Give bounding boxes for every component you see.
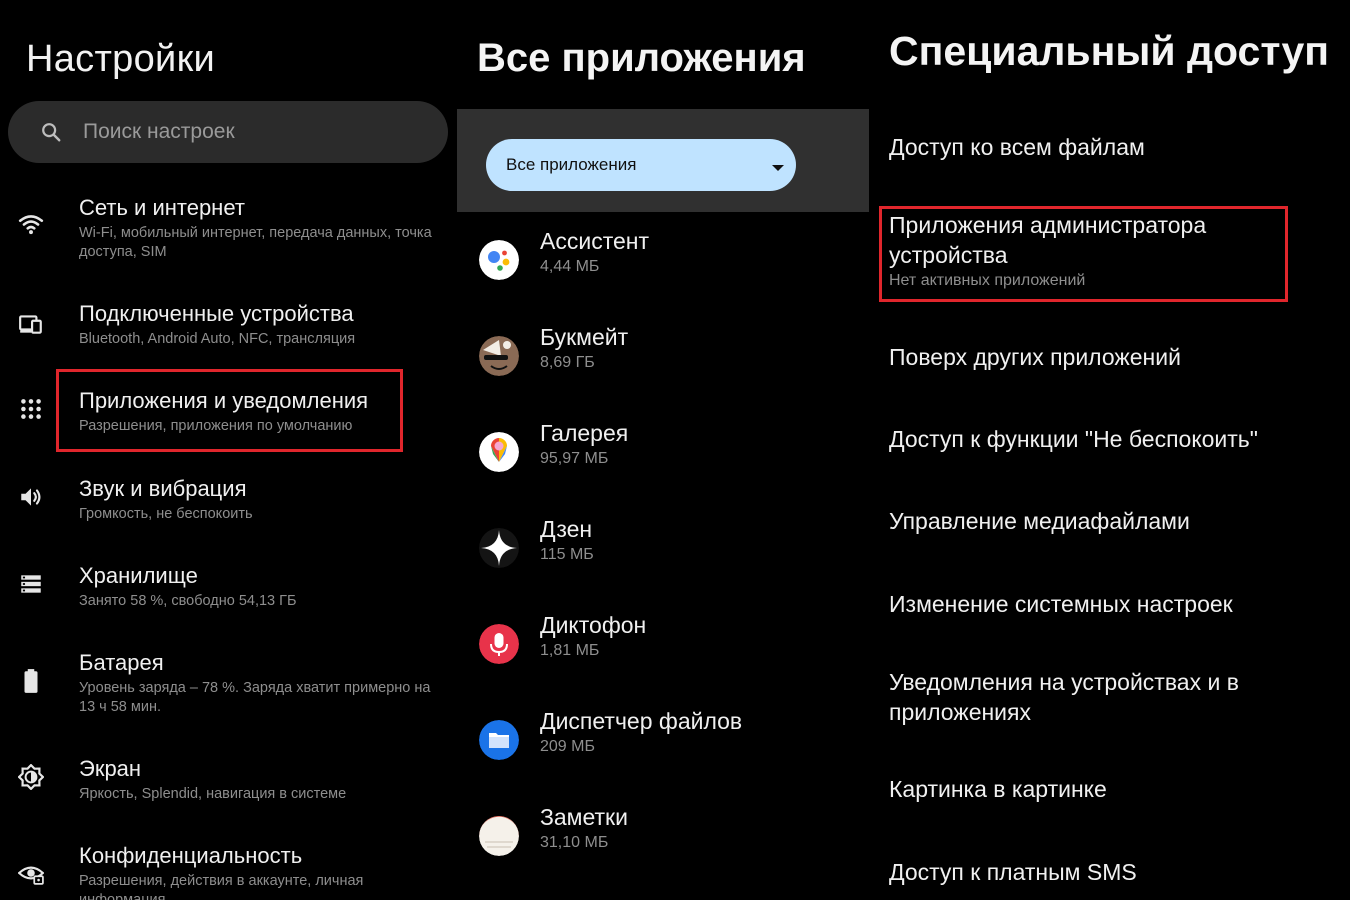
settings-item-title: Звук и вибрация xyxy=(79,476,247,501)
settings-item-sound[interactable]: Звук и вибрация Громкость, не беспокоить xyxy=(0,476,457,546)
special-access-panel: Специальный доступ Доступ ко всем файлам… xyxy=(869,0,1350,900)
settings-item-network[interactable]: Сеть и интернет Wi-Fi, мобильный интерне… xyxy=(0,195,457,275)
notes-icon xyxy=(479,816,519,856)
zen-icon xyxy=(479,528,519,568)
app-name: Галерея xyxy=(540,420,629,446)
filter-bar: Все приложения xyxy=(457,109,869,212)
apps-filter-dropdown[interactable]: Все приложения xyxy=(486,139,796,191)
settings-item-privacy[interactable]: Конфиденциальность Разрешения, действия … xyxy=(0,843,457,900)
settings-item-subtitle: Яркость, Splendid, навигация в системе xyxy=(79,786,347,802)
special-item-modify-system-settings[interactable]: Изменение системных настроек xyxy=(889,589,1329,619)
settings-item-display[interactable]: Экран Яркость, Splendid, навигация в сис… xyxy=(0,756,457,826)
special-item-title: Доступ к платным SMS xyxy=(889,859,1137,885)
app-row-notes[interactable]: Заметки 31,10 МБ xyxy=(457,804,869,900)
highlight-frame xyxy=(56,369,403,452)
special-item-display-over-apps[interactable]: Поверх других приложений xyxy=(889,342,1329,372)
battery-icon xyxy=(24,669,38,693)
settings-item-subtitle: Громкость, не беспокоить xyxy=(79,506,253,522)
settings-item-title: Сеть и интернет xyxy=(79,195,245,220)
special-item-media-management[interactable]: Управление медиафайлами xyxy=(889,506,1329,536)
special-item-picture-in-picture[interactable]: Картинка в картинке xyxy=(889,774,1329,804)
search-icon xyxy=(42,123,61,142)
app-name: Ассистент xyxy=(540,228,649,254)
apps-grid-icon xyxy=(21,399,41,419)
gallery-icon xyxy=(479,432,519,472)
settings-item-title: Конфиденциальность xyxy=(79,843,303,868)
highlight-frame xyxy=(879,206,1288,302)
settings-item-subtitle: Wi-Fi, мобильный интернет, передача данн… xyxy=(79,225,432,260)
dropdown-caret-icon xyxy=(772,165,784,171)
search-bar[interactable] xyxy=(8,101,448,163)
special-item-title: Уведомления на устройствах и в приложени… xyxy=(889,669,1239,725)
app-row-zen[interactable]: Дзен 115 МБ xyxy=(457,516,869,624)
special-item-title: Доступ к функции "Не беспокоить" xyxy=(889,426,1258,452)
settings-item-connected-devices[interactable]: Подключенные устройства Bluetooth, Andro… xyxy=(0,301,457,371)
special-item-do-not-disturb-access[interactable]: Доступ к функции "Не беспокоить" xyxy=(889,424,1329,454)
settings-item-subtitle: Уровень заряда – 78 %. Заряда хватит при… xyxy=(79,680,431,715)
settings-item-title: Подключенные устройства xyxy=(79,301,354,326)
app-size: 95,97 МБ xyxy=(540,450,609,467)
app-name: Заметки xyxy=(540,804,628,830)
special-item-title: Изменение системных настроек xyxy=(889,591,1233,617)
recorder-icon xyxy=(479,624,519,664)
special-item-title: Доступ ко всем файлам xyxy=(889,134,1145,160)
app-size: 115 МБ xyxy=(540,546,594,563)
settings-item-subtitle: Занято 58 %, свободно 54,13 ГБ xyxy=(79,593,297,609)
storage-icon xyxy=(21,575,41,593)
assistant-icon xyxy=(479,240,519,280)
settings-item-subtitle: Bluetooth, Android Auto, NFC, трансляция xyxy=(79,331,356,347)
settings-item-storage[interactable]: Хранилище Занято 58 %, свободно 54,13 ГБ xyxy=(0,563,457,633)
special-item-title: Картинка в картинке xyxy=(889,776,1107,802)
app-size: 1,81 МБ xyxy=(540,642,600,659)
privacy-eye-icon xyxy=(18,866,44,885)
settings-item-battery[interactable]: Батарея Уровень заряда – 78 %. Заряда хв… xyxy=(0,650,457,730)
settings-item-title: Экран xyxy=(79,756,142,781)
app-row-gallery[interactable]: Галерея 95,97 МБ xyxy=(457,420,869,528)
app-size: 4,44 МБ xyxy=(540,258,600,275)
special-item-all-files-access[interactable]: Доступ ко всем файлам xyxy=(889,132,1329,162)
app-row-recorder[interactable]: Диктофон 1,81 МБ xyxy=(457,612,869,720)
app-row-file-manager[interactable]: Диспетчер файлов 209 МБ xyxy=(457,708,869,816)
app-size: 209 МБ xyxy=(540,738,595,755)
page-title: Настройки xyxy=(26,38,216,80)
special-item-title: Управление медиафайлами xyxy=(889,508,1190,534)
devices-icon xyxy=(19,315,42,334)
settings-item-subtitle: Разрешения, действия в аккаунте, личная … xyxy=(79,873,364,900)
special-item-title: Поверх других приложений xyxy=(889,344,1181,370)
apps-panel: Все приложения Все приложения Ассистент … xyxy=(457,0,869,900)
settings-panel: Настройки Сеть и интернет Wi-Fi, мобильн… xyxy=(0,0,457,900)
bookmate-icon xyxy=(479,336,519,376)
app-name: Букмейт xyxy=(540,324,629,350)
app-row-assistant[interactable]: Ассистент 4,44 МБ xyxy=(457,228,869,336)
app-name: Диспетчер файлов xyxy=(540,708,743,734)
special-item-device-app-notifications[interactable]: Уведомления на устройствах и в приложени… xyxy=(889,667,1309,727)
app-row-bookmate[interactable]: Букмейт 8,69 ГБ xyxy=(457,324,869,432)
page-title: Все приложения xyxy=(477,36,806,80)
settings-item-title: Батарея xyxy=(79,650,164,675)
app-name: Дзен xyxy=(540,516,593,542)
app-name: Диктофон xyxy=(540,612,647,638)
app-size: 8,69 ГБ xyxy=(540,354,595,371)
app-size: 31,10 МБ xyxy=(540,834,609,851)
page-title: Специальный доступ xyxy=(889,28,1330,74)
wifi-icon xyxy=(18,215,44,235)
brightness-icon xyxy=(18,764,44,790)
search-input[interactable] xyxy=(83,101,433,163)
volume-icon xyxy=(21,488,41,506)
filter-label: Все приложения xyxy=(506,155,637,174)
special-item-premium-sms[interactable]: Доступ к платным SMS xyxy=(889,857,1329,887)
files-icon xyxy=(479,720,519,760)
settings-item-title: Хранилище xyxy=(79,563,198,588)
